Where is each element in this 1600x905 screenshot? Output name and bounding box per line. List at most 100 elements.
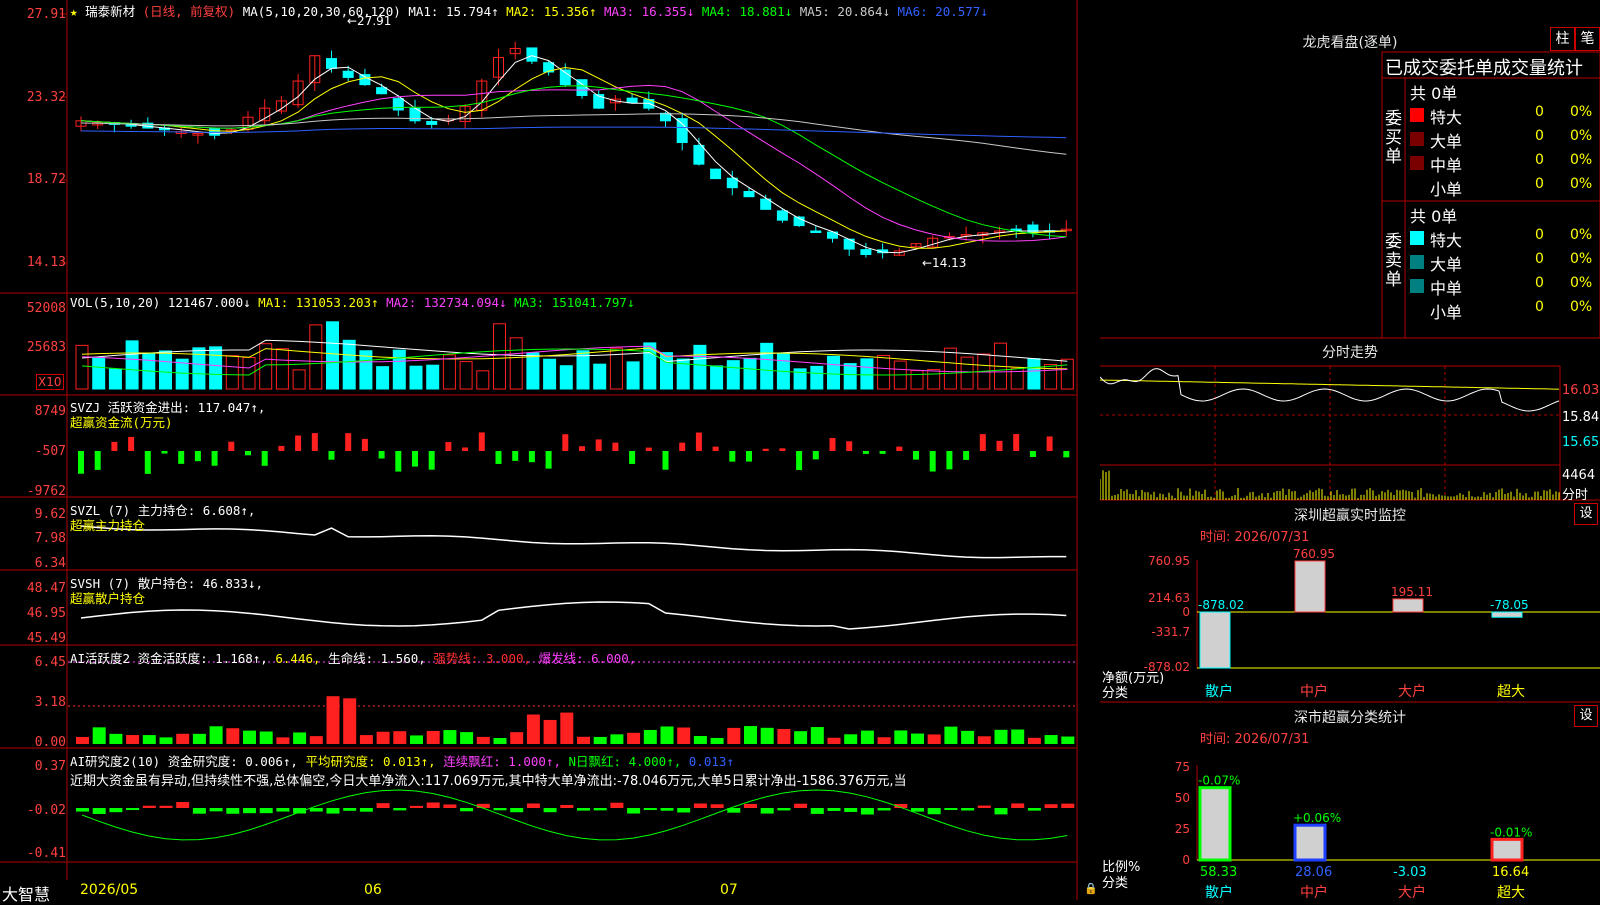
retail-holding-line	[80, 601, 1067, 630]
activity-bar	[243, 730, 256, 744]
svsh-axis-label: 46.95	[26, 606, 66, 621]
stock-name: 瑞泰新材	[85, 4, 136, 19]
research-bar	[660, 808, 674, 811]
fund-flow-bar	[412, 451, 418, 467]
fund-flow-bar	[996, 440, 1003, 451]
activity-bar	[944, 726, 958, 744]
research-bar	[226, 808, 240, 814]
fund-flow-bar	[595, 439, 602, 451]
order-count: 0	[1535, 251, 1544, 267]
fund-flow-bar	[662, 451, 669, 470]
activity-bar	[961, 730, 975, 744]
research-bar	[359, 808, 373, 812]
order-percent: 0%	[1570, 176, 1593, 192]
price-axis-label: 14.13	[26, 255, 66, 270]
candle	[743, 190, 755, 198]
classify-change-label: +0.06%	[1293, 811, 1341, 825]
research-bar	[309, 808, 323, 812]
activity-bar	[326, 696, 340, 744]
volume-bar	[292, 369, 306, 390]
classify-category-label: 超大	[1497, 885, 1525, 900]
order-percent: 0%	[1570, 128, 1593, 144]
sz-monitor-settings-button[interactable]: 设	[1574, 503, 1598, 525]
order-color-swatch	[1410, 279, 1424, 293]
fund-flow-bar	[562, 434, 569, 451]
research-bar	[677, 808, 691, 813]
ai-active-value: AI活跃度2 资金活跃度: 1.168↑,	[70, 651, 268, 666]
research-bar	[259, 808, 273, 814]
fund-flow-bar	[111, 441, 118, 451]
svsh-axis-label: 45.49	[26, 631, 66, 646]
ai-research-value: AI研究度2(10) 资金研究度: 0.006↑,	[70, 754, 298, 769]
candle	[660, 112, 671, 122]
fund-flow-bar	[695, 432, 702, 451]
activity-bar	[1027, 737, 1041, 744]
ma-line	[80, 126, 1067, 139]
sz-classify-title: 深市超赢分类统计	[1294, 710, 1406, 726]
volume-bar	[710, 365, 724, 390]
research-bar	[1061, 803, 1075, 808]
activity-bar	[426, 730, 440, 744]
candle	[342, 70, 354, 78]
vol-name: VOL(5,10,20)	[70, 295, 161, 310]
candle	[359, 74, 371, 86]
svzj-axis-label: -507	[34, 444, 66, 459]
candle	[710, 168, 722, 180]
activity-bar	[309, 736, 323, 744]
research-bar	[810, 808, 824, 814]
volume-bar	[459, 361, 473, 390]
order-percent: 0%	[1570, 299, 1593, 315]
svzl-subtitle: 超赢主力持仓	[70, 518, 146, 533]
research-bar	[276, 808, 290, 812]
candle	[426, 120, 438, 125]
volume-bar	[426, 364, 440, 390]
ma2-value: MA2: 15.356↑	[506, 4, 597, 19]
activity-bar	[693, 735, 707, 744]
classify-change-label: -0.01%	[1490, 825, 1532, 839]
lock-icon[interactable]: 🔒	[1084, 882, 1098, 895]
volume-bar	[159, 350, 172, 390]
activity-bar	[493, 737, 507, 744]
volume-bar	[75, 344, 89, 390]
research-bar	[243, 808, 256, 814]
brand-label[interactable]: 大智慧	[2, 881, 50, 905]
order-color-swatch	[1410, 231, 1424, 245]
svzl-axis-label: 6.34	[34, 556, 66, 571]
activity-bar	[877, 737, 891, 744]
price-low-marker: ←14.13	[922, 256, 967, 270]
ma3-value: MA3: 16.355↓	[604, 4, 695, 19]
volume-bar	[559, 365, 573, 390]
activity-bar	[76, 736, 89, 744]
research-avg-line	[81, 789, 1068, 841]
volume-bar	[860, 358, 874, 390]
candle	[392, 98, 404, 111]
fund-flow-bar	[495, 451, 502, 464]
bar-view-button[interactable]: 柱	[1550, 27, 1575, 51]
fund-flow-bar	[612, 442, 619, 451]
vol-unit-badge: X10	[36, 374, 64, 390]
period-mode[interactable]: (日线, 前复权)	[143, 4, 236, 19]
fund-flow-bar	[963, 451, 970, 460]
activity-bar	[443, 730, 457, 744]
ma6-value: MA6: 20.577↓	[897, 4, 988, 19]
order-count: 0	[1535, 104, 1544, 120]
ma4-value: MA4: 18.881↓	[701, 4, 793, 19]
volume-bar	[743, 357, 757, 390]
tick-view-button[interactable]: 笔	[1575, 27, 1600, 51]
kline-area[interactable]: ★ 瑞泰新材 (日线, 前复权) MA(5,10,20,30,60,120) M…	[0, 0, 1100, 904]
activity-bar	[660, 726, 674, 744]
sz-classify-settings-button[interactable]: 设	[1574, 705, 1598, 727]
volume-bar	[827, 355, 840, 390]
svzj-axis-label: 8749	[34, 404, 66, 419]
classify-value-label: 16.64	[1492, 865, 1529, 880]
research-bar	[126, 808, 140, 811]
research-bar	[343, 808, 357, 811]
buy-orders-label: 委买单	[1385, 109, 1402, 167]
activity-bar	[276, 737, 290, 744]
candle	[526, 47, 538, 62]
activity-bar	[827, 737, 841, 744]
fund-flow-bar	[361, 438, 368, 451]
fund-flow-bar	[729, 451, 736, 462]
research-bar	[577, 808, 590, 811]
research-bar	[426, 802, 440, 808]
